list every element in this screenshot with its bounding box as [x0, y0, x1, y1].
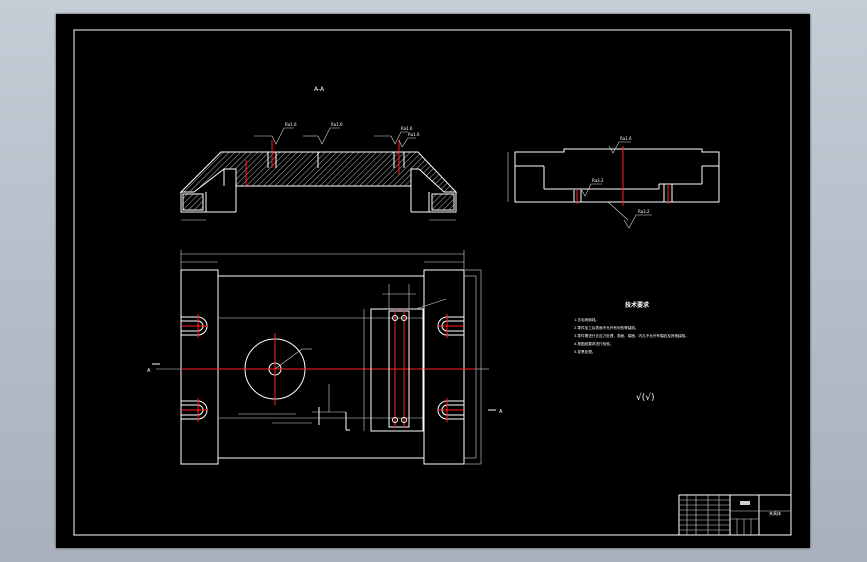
tech-req-line-4: 4.按图纸要求进行检验。: [574, 341, 613, 346]
part-name: 夹具体: [769, 510, 781, 516]
plan-view: A A: [147, 250, 503, 465]
roughness-callouts: Ra1.6 Ra1.6 Ra1.6 Ra1.6: [254, 122, 420, 148]
right-foot-hatch: [431, 193, 455, 211]
section-markers: A A: [147, 363, 503, 415]
side-roughness-bot: Ra3.2: [638, 209, 650, 214]
section-label: A-A: [314, 86, 325, 93]
section-marker-right: A: [499, 409, 503, 415]
tech-req-line-2: 2.零件加工后表面不允许有划伤等缺陷。: [574, 325, 639, 330]
technical-requirements: 技术要求 1.去毛刺倒钝。 2.零件加工后表面不允许有划伤等缺陷。 3.零件需进…: [574, 301, 689, 403]
cad-drawing: A-A Ra1.6 Ra1.6 Ra1.6 Ra1.6 Ra1.6 Ra3.2 …: [73, 29, 792, 536]
section-marker-left: A: [147, 368, 151, 374]
inner-border: [73, 29, 792, 536]
general-roughness-symbol: √(√): [636, 392, 655, 403]
side-roughness-mid: Ra3.2: [592, 178, 604, 183]
tech-req-line-1: 1.去毛刺倒钝。: [574, 317, 599, 322]
tech-req-title: 技术要求: [625, 301, 650, 309]
side-view-outline: [514, 148, 720, 203]
drawing-sheet: A-A Ra1.6 Ra1.6 Ra1.6 Ra1.6 Ra1.6 Ra3.2 …: [56, 14, 810, 548]
title-block: 夹具体: [678, 494, 792, 536]
u-slots: [181, 314, 464, 422]
plan-outline: [180, 269, 465, 465]
tech-req-line-3: 3.零件需进行去应力处理，表面、端面、内孔不允许有裂纹及其他缺陷。: [574, 333, 689, 338]
roughness-2: Ra1.6: [331, 122, 343, 127]
tech-req-line-5: 5.发黑处理。: [574, 349, 595, 354]
side-roughness-top: Ra1.6: [620, 136, 632, 141]
roughness-4: Ra1.6: [408, 132, 420, 137]
section-view-aa: A-A Ra1.6 Ra1.6 Ra1.6 Ra1.6: [179, 86, 458, 221]
left-foot-hatch: [182, 193, 204, 211]
roughness-3: Ra1.6: [401, 126, 413, 131]
side-view: Ra1.6 Ra3.2 Ra3.2: [507, 136, 720, 229]
slot-window: [370, 308, 424, 432]
roughness-1: Ra1.6: [285, 122, 297, 127]
